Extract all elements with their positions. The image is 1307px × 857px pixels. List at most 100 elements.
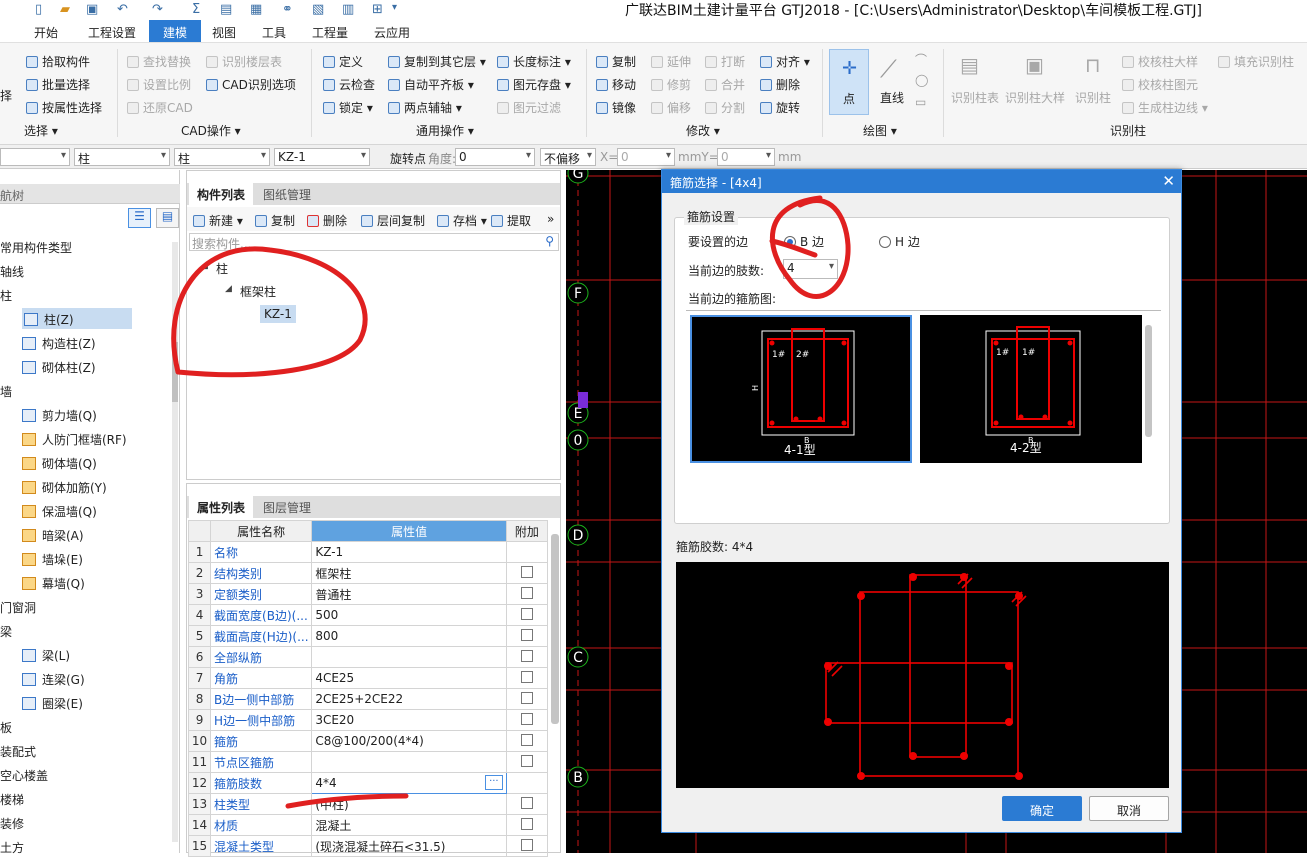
arc-icon[interactable]: ⌒ — [915, 51, 927, 68]
length-dimension-button[interactable]: 长度标注 ▾ — [497, 53, 571, 70]
attach-checkbox[interactable] — [520, 670, 533, 683]
nav-item-masonry-column[interactable]: 砌体柱(Z) — [22, 356, 96, 377]
element-filter-button[interactable]: 图元过滤 — [497, 99, 561, 116]
element-save-button[interactable]: 图元存盘 ▾ — [497, 76, 571, 93]
property-value[interactable]: KZ-1 — [311, 541, 507, 563]
select-by-property-button[interactable]: 按属性选择 — [26, 99, 102, 116]
nav-item-common[interactable]: 常用构件类型 — [0, 236, 72, 257]
group-common[interactable]: 通用操作 ▾ — [416, 122, 474, 139]
recognize-floor-table-button[interactable]: 识别楼层表 — [206, 53, 282, 70]
restore-cad-button[interactable]: 还原CAD — [127, 99, 193, 116]
customize-icon[interactable]: ▾ — [392, 2, 397, 13]
batch-select-button[interactable]: 批量选择 — [26, 76, 90, 93]
property-row[interactable]: 15 混凝土类型 (现浇混凝土碎石<31.5) — [187, 835, 549, 857]
type-combo[interactable]: 柱 — [174, 148, 270, 166]
menu-view[interactable]: 视图 — [212, 24, 236, 41]
nav-item-hollow-floor[interactable]: 空心楼盖 — [0, 764, 48, 785]
property-value[interactable]: 500 — [311, 604, 507, 626]
lock-button[interactable]: 锁定 ▾ — [323, 99, 373, 116]
b-edge-radio[interactable]: B 边 — [784, 233, 824, 250]
group-modify[interactable]: 修改 ▾ — [686, 122, 720, 139]
pick-component-button[interactable]: 拾取构件 — [26, 53, 90, 70]
property-value[interactable]: 3CE20 — [311, 709, 507, 731]
save-icon[interactable]: ▣ — [86, 2, 98, 17]
copy-to-other-floor-button[interactable]: 复制到其它层 ▾ — [388, 53, 486, 70]
extract-button[interactable]: 提取 — [491, 212, 531, 229]
ellipsis-button[interactable]: ··· — [484, 775, 503, 790]
auto-level-slab-button[interactable]: 自动平齐板 ▾ — [388, 76, 474, 93]
nav-item-earthwork[interactable]: 土方 — [0, 836, 24, 857]
property-row[interactable]: 2 结构类别 框架柱 — [187, 562, 549, 584]
component-combo[interactable]: KZ-1 — [274, 148, 370, 166]
list-view-icon[interactable]: ☰ — [128, 208, 151, 228]
floor-copy-button[interactable]: 层间复制 — [361, 212, 425, 229]
nav-item-masonry-wall[interactable]: 砌体墙(Q) — [22, 452, 97, 473]
attach-checkbox[interactable] — [520, 733, 533, 746]
property-row[interactable]: 10 箍筋 C8@100/200(4*4) — [187, 730, 549, 752]
nav-item-wall[interactable]: 墙 — [0, 380, 12, 401]
property-value[interactable]: 800 — [311, 625, 507, 647]
recognize-column-table-button[interactable]: 识别柱表 — [951, 89, 999, 106]
add-icon[interactable]: ⊞ — [372, 2, 383, 17]
trim-button[interactable]: 修剪 — [651, 76, 691, 93]
angle-input[interactable]: 0 — [455, 148, 535, 166]
line-button[interactable]: 直线 — [880, 89, 904, 106]
nav-item-coupling-beam[interactable]: 连梁(G) — [22, 668, 85, 689]
fill-recognize-column-button[interactable]: 填充识别柱 — [1218, 53, 1294, 70]
new-button[interactable]: 新建 ▾ — [193, 212, 243, 229]
property-row[interactable]: 11 节点区箍筋 — [187, 751, 549, 773]
property-value[interactable]: 框架柱 — [311, 562, 507, 584]
property-row[interactable]: 1 名称 KZ-1 — [187, 541, 549, 563]
nav-item-constructional-column[interactable]: 构造柱(Z) — [22, 332, 96, 353]
tree-node-frame-column[interactable]: 框架柱 — [240, 283, 276, 300]
property-value[interactable] — [311, 751, 507, 773]
rotate-button[interactable]: 旋转 — [760, 99, 800, 116]
property-row[interactable]: 3 定额类别 普通柱 — [187, 583, 549, 605]
delete-component-button[interactable]: 删除 — [307, 212, 347, 229]
nav-item-beam-l[interactable]: 梁(L) — [22, 644, 70, 665]
attach-checkbox[interactable] — [520, 691, 533, 704]
floor-combo[interactable] — [0, 148, 70, 166]
attach-checkbox[interactable] — [520, 607, 533, 620]
y-input[interactable]: 0 — [717, 148, 775, 166]
point-draw-button[interactable]: ✛ 点 — [829, 49, 869, 115]
ok-button[interactable]: 确定 — [1002, 796, 1082, 821]
tree-node-column[interactable]: 柱 — [216, 260, 228, 277]
more-icon[interactable]: » — [547, 212, 554, 226]
check-column-detail-button[interactable]: 校核柱大样 — [1122, 53, 1198, 70]
nav-item-masonry-reinforcement[interactable]: 砌体加筋(Y) — [22, 476, 107, 497]
break-button[interactable]: 打断 — [705, 53, 745, 70]
property-value[interactable]: (现浇混凝土碎石<31.5) — [311, 835, 507, 857]
menu-tools[interactable]: 工具 — [262, 24, 286, 41]
diagram-scrollbar[interactable] — [1145, 325, 1152, 437]
set-scale-button[interactable]: 设置比例 — [127, 76, 191, 93]
undo-icon[interactable]: ↶ — [117, 2, 128, 17]
offset-combo[interactable]: 不偏移 — [540, 148, 596, 166]
nav-item-slab[interactable]: 板 — [0, 716, 12, 737]
split-button[interactable]: 分割 — [705, 99, 745, 116]
property-value[interactable] — [311, 646, 507, 668]
attach-checkbox[interactable] — [520, 817, 533, 830]
extend-button[interactable]: 延伸 — [651, 53, 691, 70]
property-row[interactable]: 12 箍筋肢数 4*4 ··· — [187, 772, 549, 794]
property-value[interactable]: 4CE25 — [311, 667, 507, 689]
nav-item-curtain-wall[interactable]: 幕墙(Q) — [22, 572, 85, 593]
nav-item-insulation-wall[interactable]: 保温墙(Q) — [22, 500, 97, 521]
attach-checkbox[interactable] — [520, 838, 533, 851]
merge-button[interactable]: 合并 — [705, 76, 745, 93]
menu-modeling[interactable]: 建模 — [149, 20, 202, 42]
archive-button[interactable]: 存档 ▾ — [437, 212, 487, 229]
cloud-check-button[interactable]: 云检查 — [323, 76, 375, 93]
nav-item-column-z[interactable]: 柱(Z) — [22, 308, 132, 329]
nav-item-column[interactable]: 柱 — [0, 284, 12, 305]
sum-icon[interactable]: Σ — [192, 2, 200, 17]
open-icon[interactable]: ▰ — [60, 2, 70, 17]
menu-project-settings[interactable]: 工程设置 — [88, 24, 136, 41]
align-button[interactable]: 对齐 ▾ — [760, 53, 810, 70]
property-value[interactable]: 混凝土 — [311, 814, 507, 836]
property-row[interactable]: 8 B边一侧中部筋 2CE25+2CE22 — [187, 688, 549, 710]
attach-checkbox[interactable] — [520, 712, 533, 725]
move-button[interactable]: 移动 — [596, 76, 636, 93]
group-draw[interactable]: 绘图 ▾ — [863, 122, 897, 139]
menu-quantity[interactable]: 工程量 — [312, 24, 348, 41]
